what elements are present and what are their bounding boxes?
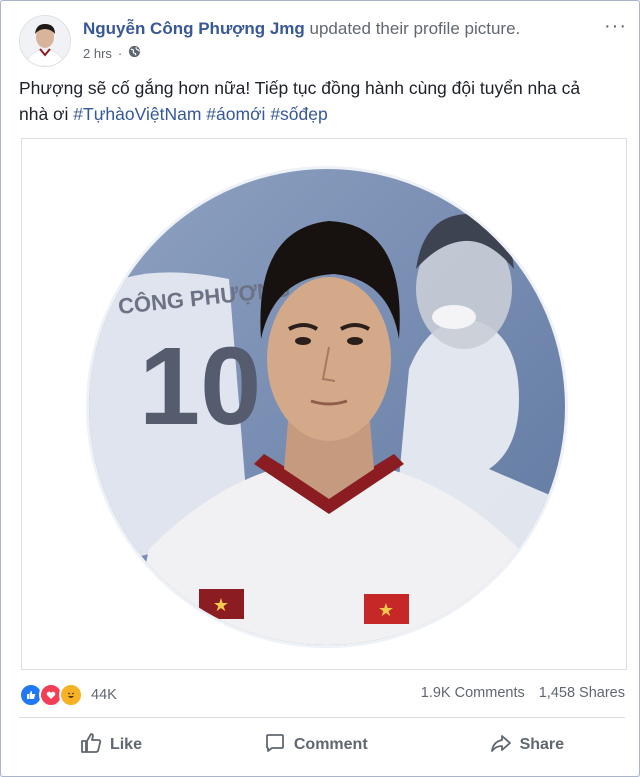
actions-divider bbox=[19, 717, 625, 718]
post-action-text: updated their profile picture. bbox=[309, 19, 521, 38]
post-timestamp[interactable]: 2 hrs bbox=[83, 46, 112, 61]
post-card: Nguyễn Công Phượng Jmg updated their pro… bbox=[0, 0, 640, 777]
thumbs-up-icon bbox=[80, 732, 102, 759]
like-button[interactable]: Like bbox=[80, 732, 142, 759]
like-label: Like bbox=[109, 736, 142, 753]
comment-label: Comment bbox=[293, 736, 368, 753]
hashtag-3[interactable]: #sốđẹp bbox=[270, 104, 327, 124]
reaction-count[interactable]: 44K bbox=[91, 687, 117, 703]
share-button[interactable]: Share bbox=[490, 732, 564, 759]
post-actions: Like Comment Share bbox=[19, 723, 625, 767]
hashtag-2[interactable]: #áomới bbox=[206, 104, 265, 124]
svg-text:★: ★ bbox=[378, 600, 394, 620]
haha-icon bbox=[59, 683, 83, 707]
globe-icon[interactable] bbox=[128, 45, 141, 61]
post-header: Nguyễn Công Phượng Jmg updated their pro… bbox=[19, 13, 627, 69]
reactions-summary[interactable]: 44K bbox=[19, 683, 117, 707]
profile-picture[interactable]: CÔNG PHƯỢNG 10 ★ ★ bbox=[89, 169, 565, 645]
more-options-icon[interactable]: ··· bbox=[604, 15, 627, 38]
post-stats: 44K 1.9K Comments 1,458 Shares bbox=[19, 683, 625, 707]
author-avatar[interactable] bbox=[19, 15, 71, 67]
shares-count-link[interactable]: 1,458 Shares bbox=[539, 685, 625, 701]
share-arrow-icon bbox=[490, 732, 512, 759]
meta-separator: · bbox=[117, 45, 123, 61]
comments-count-link[interactable]: 1.9K Comments bbox=[421, 685, 525, 701]
comment-icon bbox=[264, 732, 286, 759]
engagement-counts: 1.9K Comments 1,458 Shares bbox=[421, 685, 625, 701]
profile-picture-container[interactable]: CÔNG PHƯỢNG 10 ★ ★ bbox=[21, 138, 627, 670]
post-meta: 2 hrs · bbox=[83, 45, 141, 61]
share-label: Share bbox=[519, 736, 565, 753]
post-text: Phượng sẽ cố gắng hơn nữa! Tiếp tục đồng… bbox=[19, 75, 609, 127]
comment-button[interactable]: Comment bbox=[264, 732, 368, 759]
svg-text:★: ★ bbox=[213, 595, 229, 615]
author-name-link[interactable]: Nguyễn Công Phượng Jmg bbox=[83, 19, 305, 38]
hashtag-1[interactable]: #TựhàoViệtNam bbox=[73, 104, 201, 124]
author-line: Nguyễn Công Phượng Jmg updated their pro… bbox=[83, 19, 520, 39]
jersey-number-text: 10 bbox=[139, 325, 261, 448]
